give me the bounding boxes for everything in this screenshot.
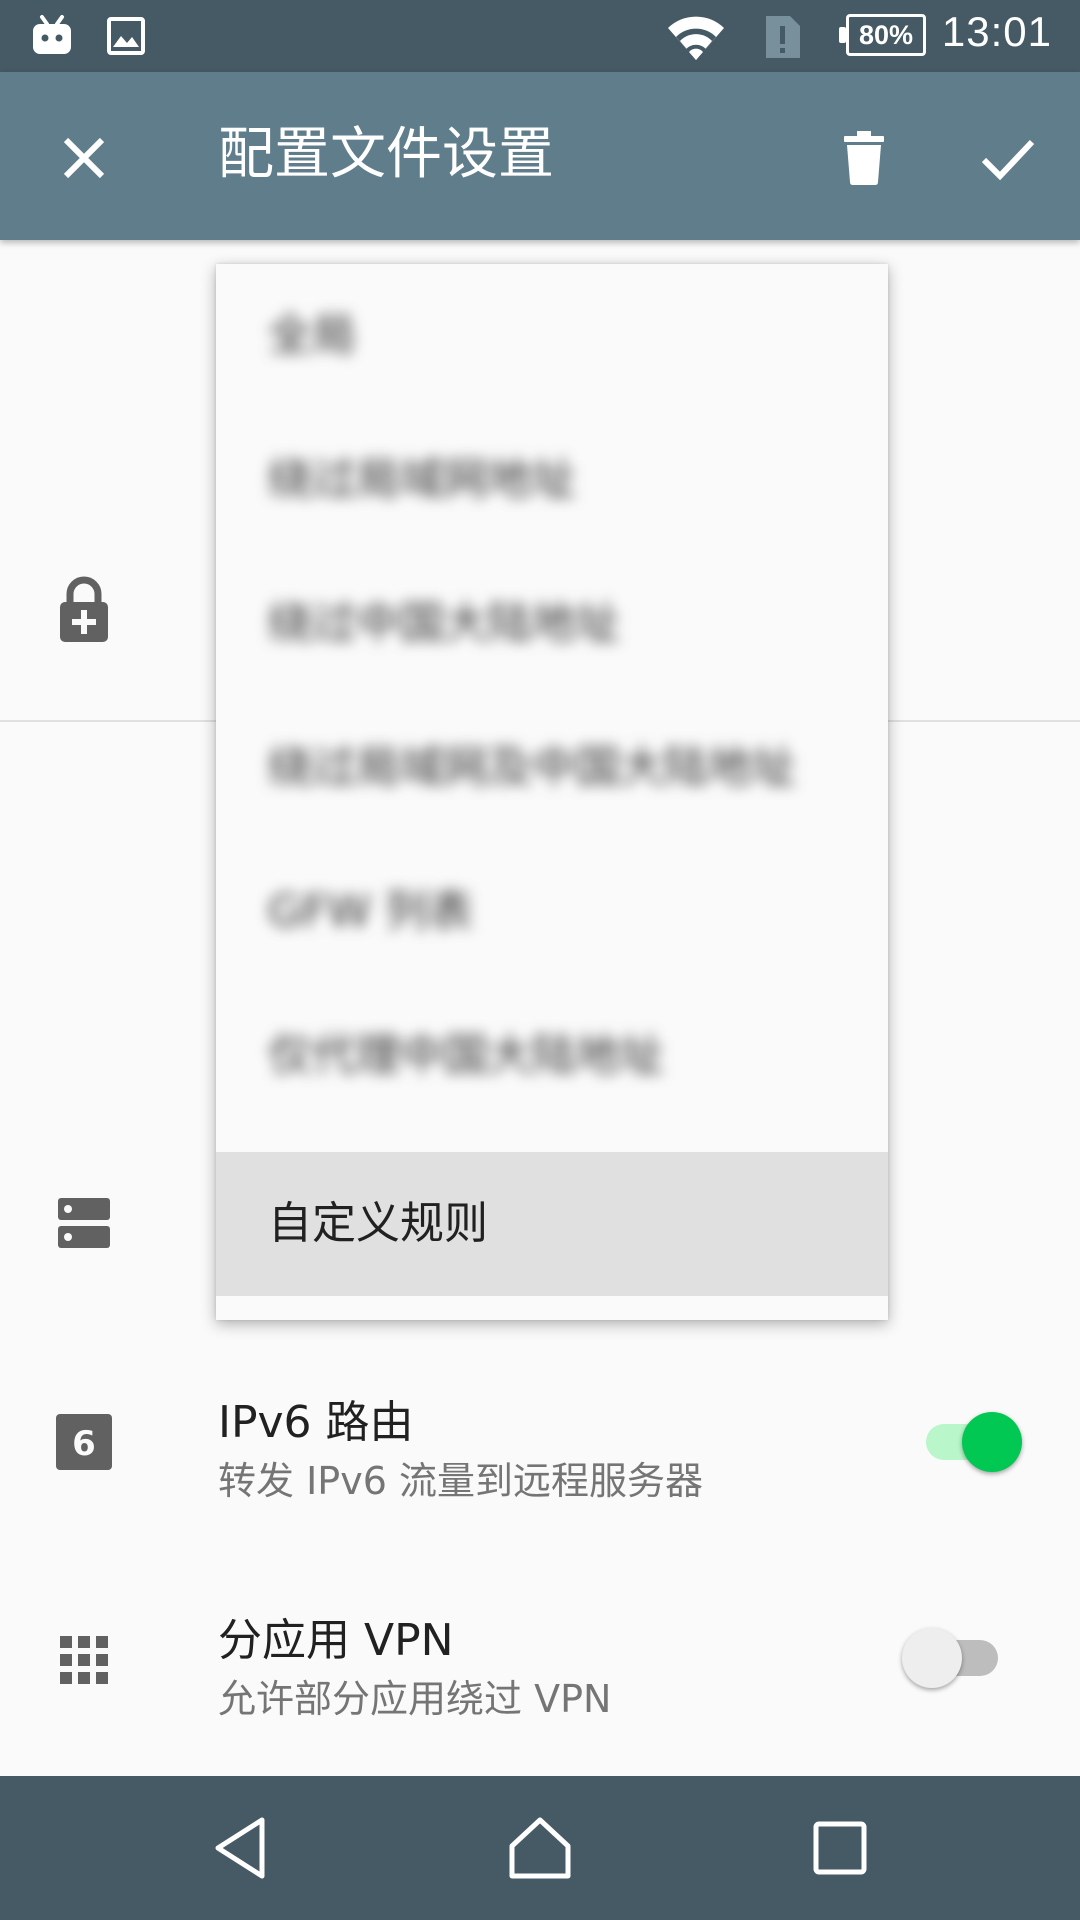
svg-text:6: 6	[72, 1424, 96, 1464]
home-icon[interactable]	[504, 1812, 576, 1884]
close-icon[interactable]	[52, 126, 116, 190]
dropdown-option[interactable]: 绕过局域网及中国大陆地址	[216, 696, 888, 840]
per-app-vpn-subtitle: 允许部分应用绕过 VPN	[218, 1677, 612, 1721]
bilibili-icon	[30, 14, 74, 62]
toolbar: 配置文件设置	[0, 72, 1080, 240]
dropdown-option[interactable]: 仅代理中国大陆地址	[216, 984, 888, 1128]
ipv6-title: IPv6 路由	[218, 1397, 414, 1448]
ipv6-icon: 6	[56, 1414, 112, 1474]
dropdown-option[interactable]: 全局	[216, 264, 888, 408]
lock-add-icon	[56, 574, 112, 650]
apps-grid-icon	[58, 1634, 110, 1690]
per-app-vpn-title: 分应用 VPN	[218, 1615, 454, 1666]
wifi-icon	[666, 12, 726, 68]
server-icon	[56, 1196, 112, 1256]
ipv6-subtitle: 转发 IPv6 流量到远程服务器	[218, 1459, 703, 1503]
dropdown-option-selected[interactable]: 自定义规则	[216, 1152, 888, 1296]
delete-icon[interactable]	[832, 126, 896, 190]
dropdown-option[interactable]: GFW 列表	[216, 840, 888, 984]
sim-alert-icon	[762, 12, 802, 66]
battery-icon: 80%	[839, 14, 926, 56]
check-icon[interactable]	[976, 126, 1040, 190]
back-icon[interactable]	[206, 1812, 278, 1884]
navigation-bar	[0, 1776, 1080, 1920]
status-time: 13:01	[941, 8, 1052, 55]
dropdown-option[interactable]: 绕过局域网地址	[216, 408, 888, 552]
image-icon	[106, 16, 146, 60]
route-dropdown-menu: 全局 绕过局域网地址 绕过中国大陆地址 绕过局域网及中国大陆地址 GFW 列表 …	[216, 264, 888, 1320]
recents-icon[interactable]	[804, 1812, 876, 1884]
dropdown-option[interactable]: 绕过中国大陆地址	[216, 552, 888, 696]
page-title: 配置文件设置	[218, 122, 554, 187]
status-bar: 80% 13:01	[0, 0, 1080, 72]
